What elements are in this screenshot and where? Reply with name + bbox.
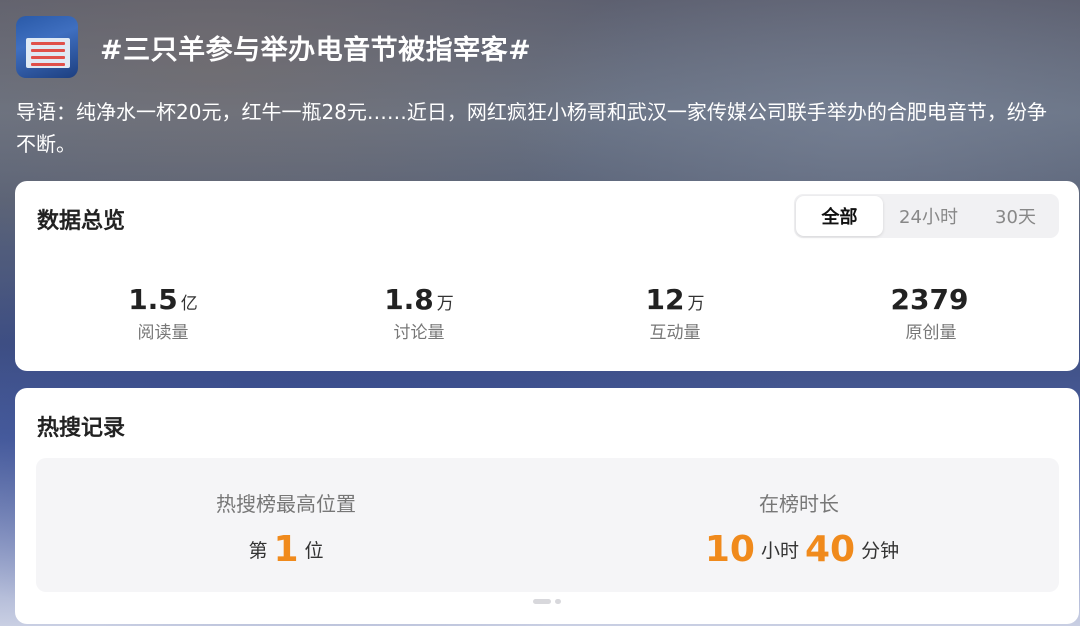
duration-hours: 10: [704, 529, 755, 570]
highest-rank-value: 第1位: [36, 529, 536, 570]
tab-24h[interactable]: 24小时: [885, 194, 972, 238]
data-overview-card: 数据总览 全部 24小时 30天 1.5 亿 阅读量 1.8 万 讨论量 12 万 互…: [15, 181, 1079, 371]
rank-number: 1: [273, 529, 299, 570]
page-dot: [555, 599, 561, 604]
stat-original-label: 原创量: [905, 323, 957, 343]
page-indicator: [533, 599, 561, 604]
rank-suffix: 位: [304, 540, 324, 562]
time-range-segmented-control: 全部 24小时 30天: [794, 194, 1059, 238]
hot-record-title: 热搜记录: [37, 416, 126, 441]
stat-interact: 12 万 互动量: [547, 283, 803, 343]
stat-interact-unit: 万: [687, 294, 705, 314]
topic-guide: 导语：纯净水一杯20元，红牛一瓶28元……近日，网红疯狂小杨哥和武汉一家传媒公司…: [16, 100, 1047, 156]
stat-discuss-unit: 万: [436, 294, 454, 314]
stat-discuss-value: 1.8: [384, 283, 434, 316]
topic-thumbnail[interactable]: [16, 16, 78, 78]
tab-all[interactable]: 全部: [796, 196, 883, 236]
hot-record-panel: 热搜榜最高位置 第1位 在榜时长 10 小时 40 分钟: [36, 458, 1059, 592]
stat-read: 1.5 亿 阅读量: [35, 283, 291, 343]
highest-rank-label: 热搜榜最高位置: [216, 492, 356, 516]
page-dot-active: [533, 599, 551, 604]
stat-interact-label: 互动量: [649, 323, 701, 343]
stat-original: 2379 原创量: [803, 283, 1059, 343]
stat-read-label: 阅读量: [137, 323, 189, 343]
duration-minutes: 40: [805, 529, 856, 570]
on-list-duration: 在榜时长 10 小时 40 分钟: [549, 488, 1049, 570]
stat-interact-value: 12: [645, 283, 685, 316]
thumbnail-sign: [26, 38, 70, 68]
highest-rank: 热搜榜最高位置 第1位: [36, 488, 536, 570]
stat-discuss: 1.8 万 讨论量: [291, 283, 547, 343]
stat-read-value: 1.5: [128, 283, 178, 316]
tab-30d[interactable]: 30天: [972, 194, 1059, 238]
overview-title: 数据总览: [37, 209, 126, 234]
stat-original-value: 2379: [890, 283, 969, 316]
stats-row: 1.5 亿 阅读量 1.8 万 讨论量 12 万 互动量 2379 原创量: [15, 283, 1079, 343]
stat-discuss-label: 讨论量: [393, 323, 445, 343]
rank-prefix: 第: [248, 540, 268, 562]
topic-title: #三只羊参与举办电音节被指宰客#: [100, 35, 532, 66]
duration-minutes-unit: 分钟: [861, 540, 900, 562]
duration-hours-unit: 小时: [760, 540, 799, 562]
stat-read-unit: 亿: [180, 294, 198, 314]
duration-value: 10 小时 40 分钟: [549, 529, 1049, 570]
hot-search-record-card: 热搜记录 热搜榜最高位置 第1位 在榜时长 10 小时 40 分钟: [15, 388, 1079, 624]
duration-label: 在榜时长: [759, 492, 839, 516]
